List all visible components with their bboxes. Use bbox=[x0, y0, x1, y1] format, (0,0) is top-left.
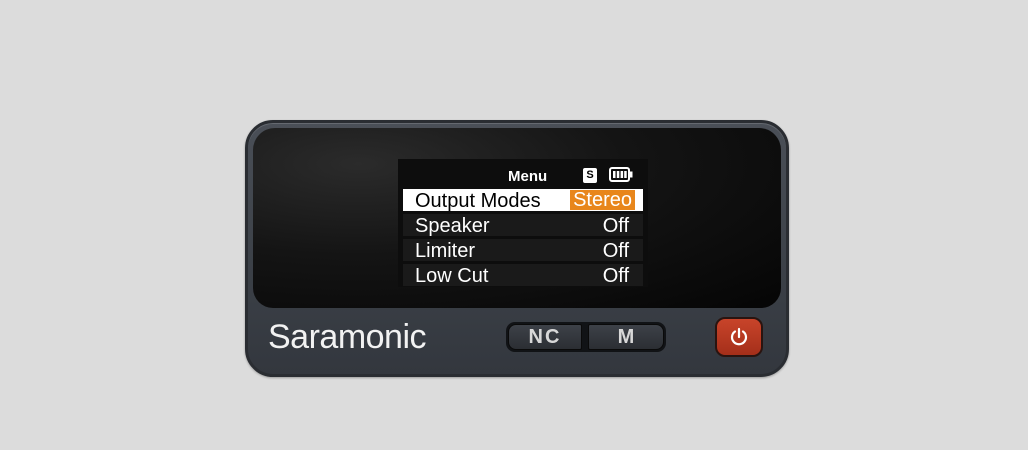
menu-item-value: Stereo bbox=[570, 190, 635, 210]
menu-header: Menu S bbox=[398, 159, 648, 187]
menu-item-label: Low Cut bbox=[415, 265, 489, 287]
brand-logo: Saramonic bbox=[268, 318, 427, 356]
power-button[interactable] bbox=[715, 317, 763, 357]
menu-item-label: Speaker bbox=[415, 215, 490, 237]
menu-item-value: Off bbox=[602, 215, 629, 237]
menu-item-speaker[interactable]: Speaker Off bbox=[403, 214, 643, 237]
menu-item-limiter[interactable]: Limiter Off bbox=[403, 239, 643, 262]
nc-button[interactable]: NC bbox=[508, 324, 582, 350]
menu-item-output-modes[interactable]: Output Modes Stereo bbox=[403, 189, 643, 212]
display-screen: Menu S Output Modes Stereo Speaker Off L… bbox=[253, 128, 781, 308]
battery-full-icon bbox=[609, 167, 633, 187]
menu-title: Menu bbox=[508, 168, 548, 185]
menu-item-label: Output Modes bbox=[415, 190, 541, 212]
menu-panel: Menu S Output Modes Stereo Speaker Off L… bbox=[398, 159, 648, 287]
function-button-group: NC M bbox=[506, 322, 666, 352]
menu-item-low-cut[interactable]: Low Cut Off bbox=[403, 264, 643, 287]
status-badge: S bbox=[583, 168, 597, 183]
menu-item-value: Off bbox=[602, 240, 629, 262]
menu-item-label: Limiter bbox=[415, 240, 476, 262]
receiver-device: Menu S Output Modes Stereo Speaker Off L… bbox=[245, 120, 789, 377]
m-button[interactable]: M bbox=[588, 324, 664, 350]
menu-item-value: Off bbox=[602, 265, 629, 287]
